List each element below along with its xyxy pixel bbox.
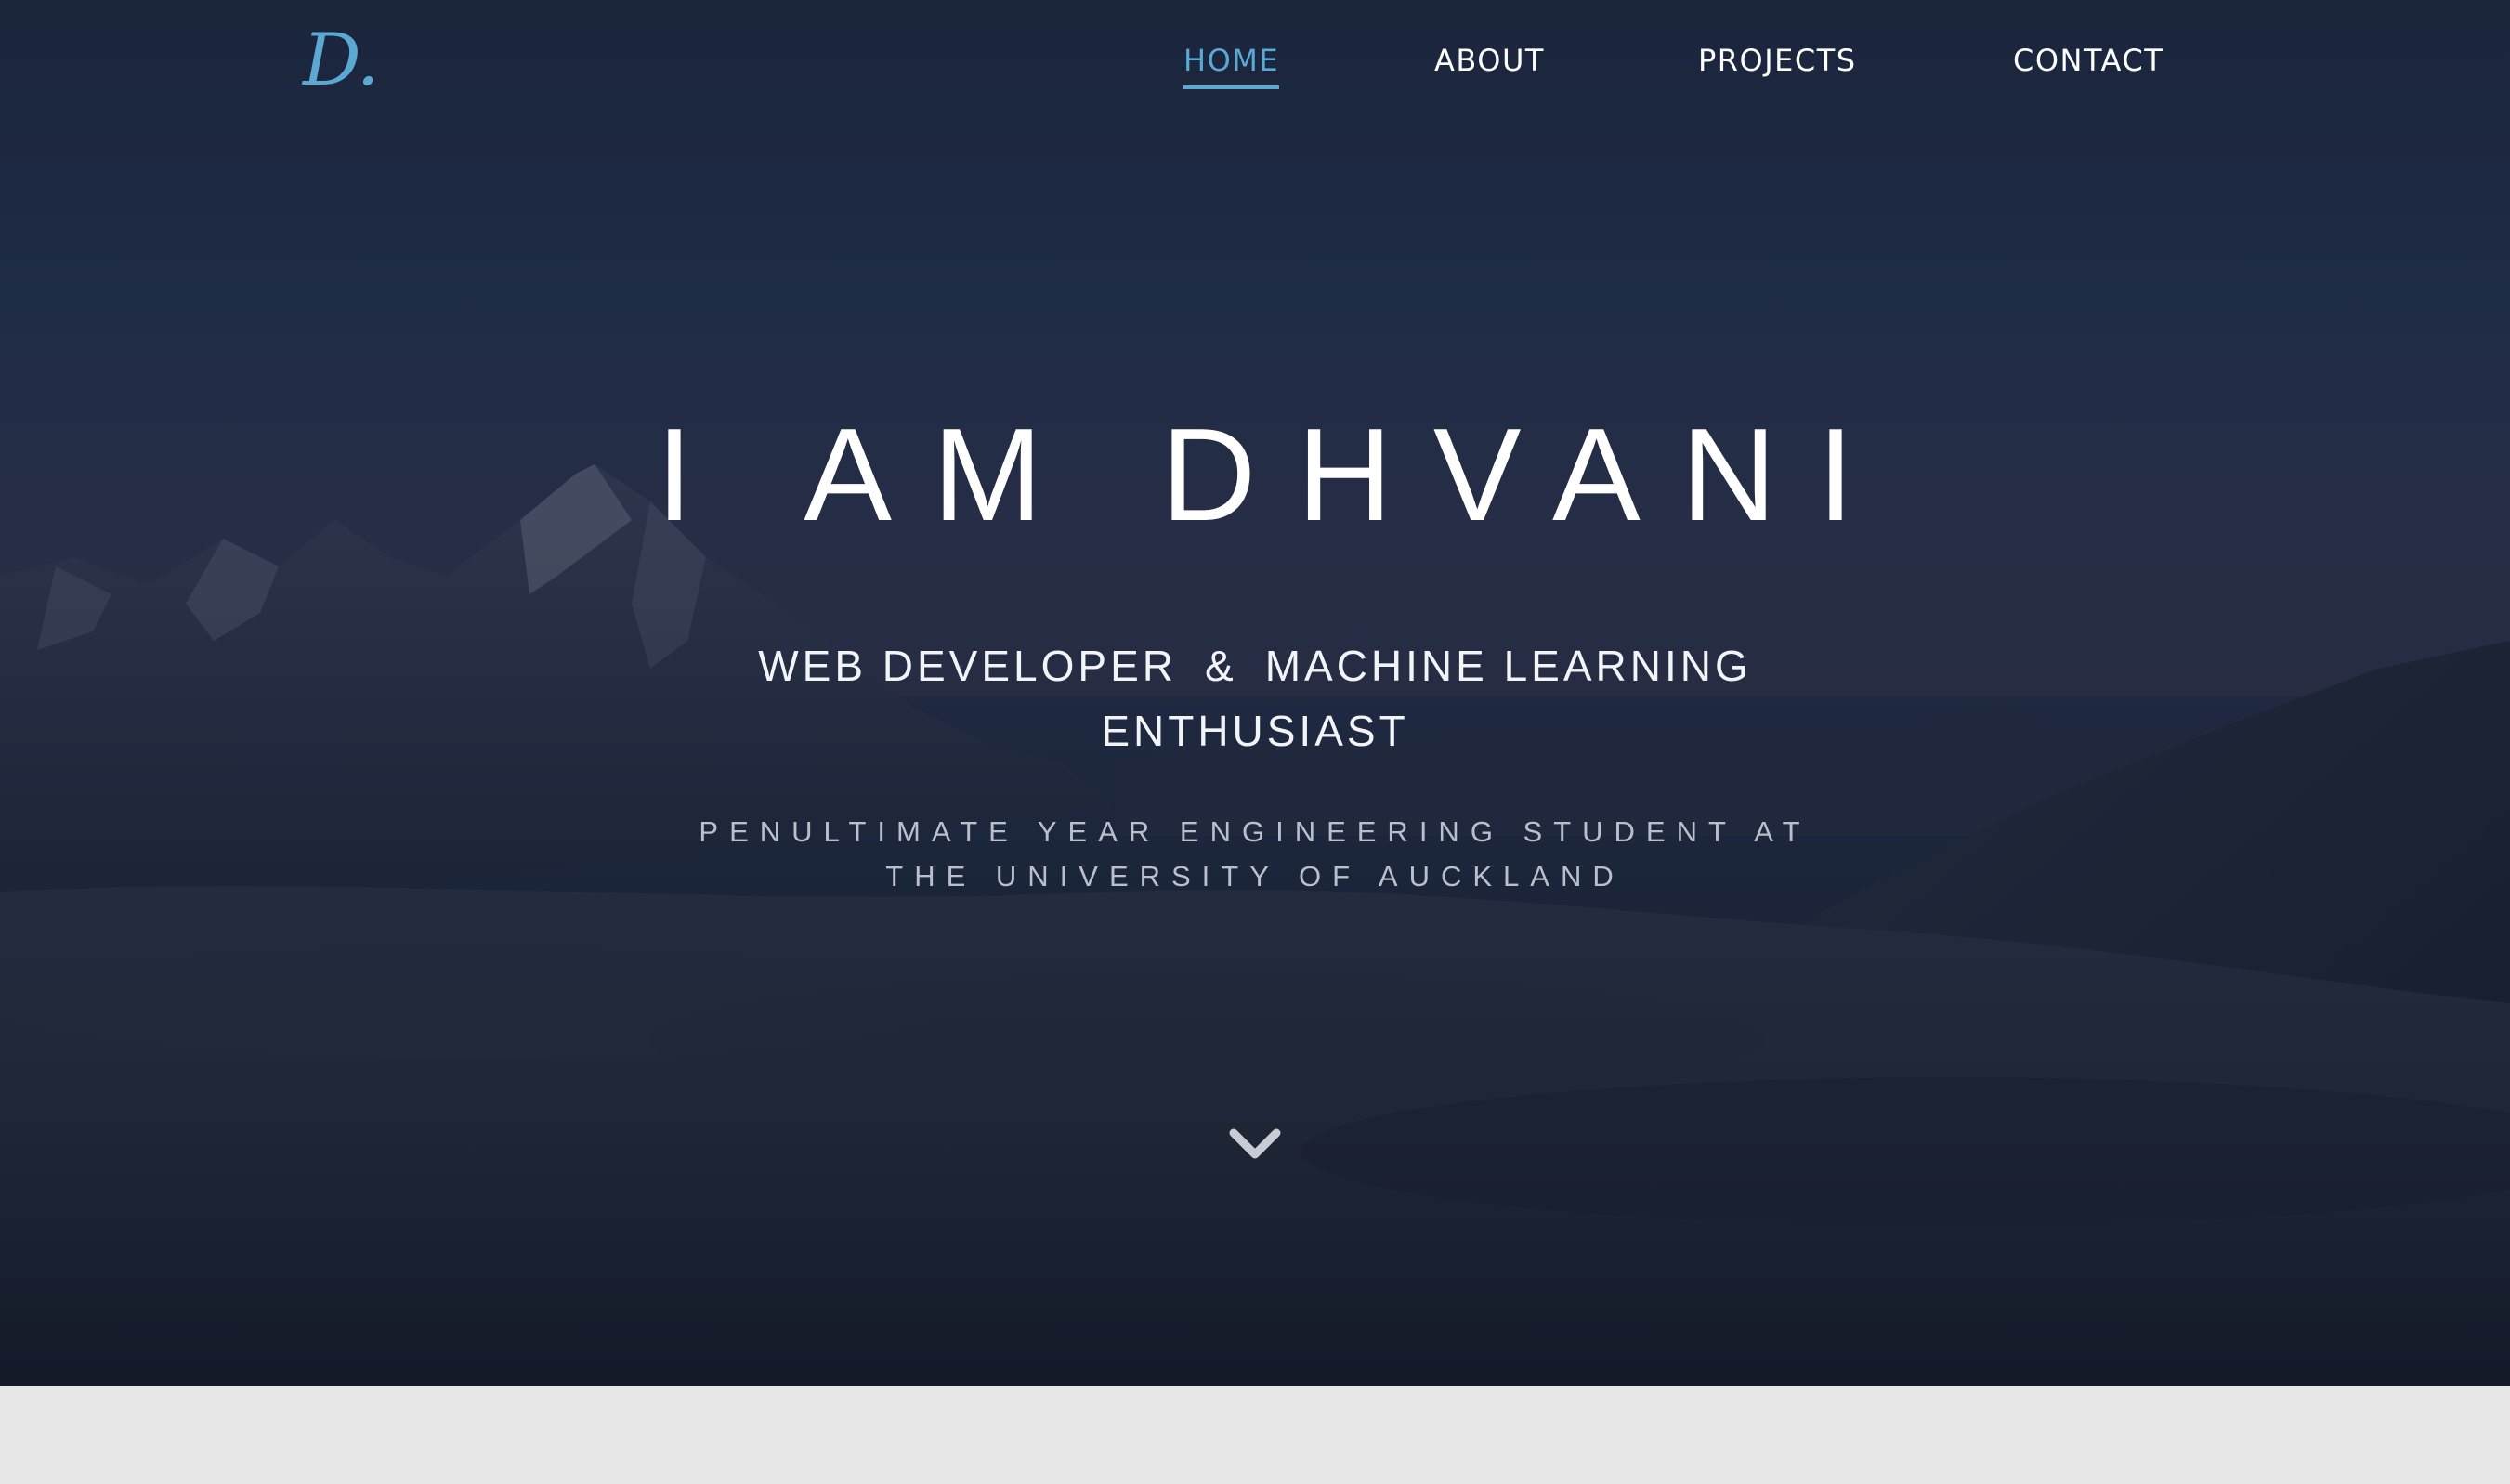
hero-subtitle-line2: ENTHUSIAST <box>1101 707 1409 755</box>
nav-item-label: ABOUT <box>1434 43 1545 78</box>
hero-section: D. HOME ABOUT PROJECTS CONTACT I AM DHVA… <box>0 0 2510 1386</box>
hero-tagline: PENULTIMATE YEAR ENGINEERING STUDENT AT … <box>0 810 2510 899</box>
tagline-line1: PENULTIMATE YEAR ENGINEERING STUDENT AT <box>699 815 1811 848</box>
hero-title: I AM DHVANI <box>656 401 1895 549</box>
main-nav: HOME ABOUT PROJECTS CONTACT <box>0 43 2510 98</box>
subtitle-ampersand: & <box>1205 642 1237 690</box>
nav-item-about[interactable]: ABOUT <box>1434 43 1545 78</box>
active-nav-indicator <box>1183 85 1280 89</box>
hero-subtitle: WEB DEVELOPER & MACHINE LEARNING ENTHUSIAS… <box>0 633 2510 763</box>
subtitle-role-ml: MACHINE LEARNING <box>1264 642 1752 690</box>
tagline-line2: THE UNIVERSITY OF AUCKLAND <box>885 860 1625 892</box>
hero-subtitle-line1: WEB DEVELOPER & MACHINE LEARNING <box>0 633 2510 698</box>
nav-item-label: CONTACT <box>2013 43 2164 78</box>
nav-item-projects[interactable]: PROJECTS <box>1698 43 1857 78</box>
nav-item-label: PROJECTS <box>1698 43 1857 78</box>
nav-item-contact[interactable]: CONTACT <box>2013 43 2164 78</box>
nav-item-home[interactable]: HOME <box>1183 43 1280 89</box>
next-section-band <box>0 1386 2510 1484</box>
subtitle-role-web: WEB DEVELOPER <box>758 642 1177 690</box>
chevron-down-icon[interactable] <box>1228 1126 1282 1163</box>
nav-item-label: HOME <box>1183 43 1280 78</box>
